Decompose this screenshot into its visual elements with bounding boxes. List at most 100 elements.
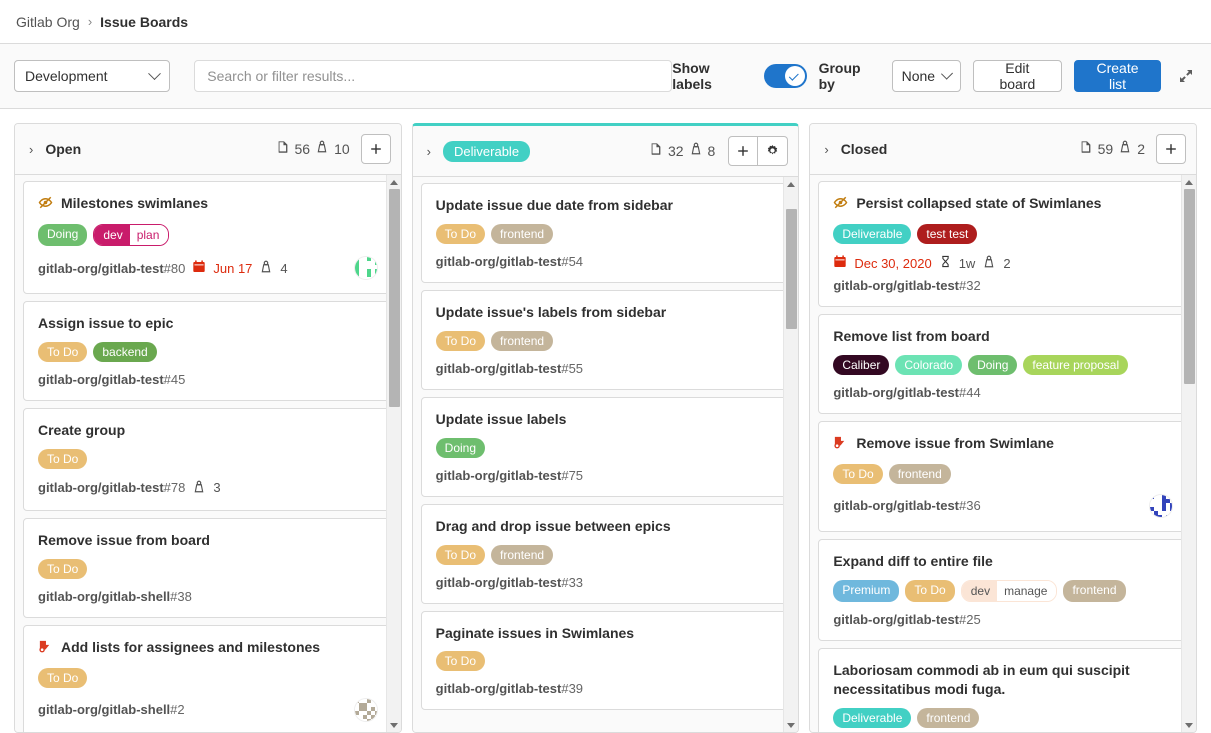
scroll-up-arrow[interactable] (784, 177, 798, 191)
issue-label[interactable]: To Do (38, 449, 87, 469)
issue-card[interactable]: Milestones swimlanesDoingdevplangitlab-o… (23, 181, 393, 294)
issue-label[interactable]: Doing (968, 355, 1017, 375)
issue-label[interactable]: To Do (436, 224, 485, 244)
breadcrumb-separator: › (88, 14, 92, 29)
add-issue-button[interactable] (728, 136, 758, 166)
issue-label[interactable]: frontend (491, 224, 553, 244)
issue-label[interactable]: frontend (491, 331, 553, 351)
issue-title[interactable]: Expand diff to entire file (833, 552, 992, 571)
issue-label[interactable]: frontend (889, 464, 951, 484)
issue-title[interactable]: Remove issue from board (38, 531, 210, 550)
issue-label[interactable]: Caliber (833, 355, 889, 375)
fullscreen-expand-icon[interactable] (1175, 65, 1197, 87)
issue-label[interactable]: To Do (833, 464, 882, 484)
issue-card[interactable]: Update issue labels Doing gitlab-org/gitla… (421, 397, 791, 497)
column-scrollbar[interactable] (1181, 175, 1196, 732)
issue-label[interactable]: frontend (917, 708, 979, 728)
issue-card[interactable]: Persist collapsed state of Swimlanes Deli… (818, 181, 1188, 307)
column-scrollbar[interactable] (783, 177, 798, 732)
issue-label[interactable]: Premium (833, 580, 899, 602)
breadcrumb-org[interactable]: Gitlab Org (16, 14, 80, 30)
collapse-column-icon[interactable]: › (427, 144, 431, 159)
scroll-down-arrow[interactable] (1182, 718, 1196, 732)
issue-label[interactable]: To Do (38, 342, 87, 362)
add-issue-button[interactable] (361, 134, 391, 164)
issue-title[interactable]: Drag and drop issue between epics (436, 517, 671, 536)
create-list-button[interactable]: Create list (1074, 60, 1162, 92)
issue-label[interactable]: frontend (491, 545, 553, 565)
issue-card[interactable]: Remove list from board Caliber Colorado Doi… (818, 314, 1188, 414)
group-by-dropdown[interactable]: None (892, 60, 961, 92)
issue-label[interactable]: To Do (436, 331, 485, 351)
edit-board-button[interactable]: Edit board (973, 60, 1062, 92)
blocked-icon (38, 639, 53, 659)
issue-label[interactable]: Deliverable (833, 708, 911, 728)
scoped-label[interactable]: devmanage (961, 580, 1058, 602)
scrollbar-thumb[interactable] (389, 189, 400, 407)
collapse-column-icon[interactable]: › (29, 142, 33, 157)
issue-card[interactable]: Laboriosam commodi ab in eum qui suscipi… (818, 648, 1188, 732)
issue-number: #2 (170, 702, 184, 717)
issue-card[interactable]: Assign issue to epicTo Dobackendgitlab-o… (23, 301, 393, 401)
scrollbar-thumb[interactable] (1184, 189, 1195, 384)
issue-label[interactable]: frontend (1063, 580, 1125, 602)
issue-label[interactable]: To Do (38, 668, 87, 688)
issue-card[interactable]: Drag and drop issue between epics To Do fr… (421, 504, 791, 604)
scroll-down-arrow[interactable] (387, 718, 401, 732)
issue-count: 59 (1098, 141, 1114, 157)
issue-title[interactable]: Milestones swimlanes (61, 194, 208, 213)
issue-title[interactable]: Laboriosam commodi ab in eum qui suscipi… (833, 661, 1173, 699)
issue-title[interactable]: Assign issue to epic (38, 314, 173, 333)
issue-title[interactable]: Update issue labels (436, 410, 567, 429)
issue-card[interactable]: Expand diff to entire file Premium To Do de… (818, 539, 1188, 641)
issue-label[interactable]: test test (917, 224, 977, 244)
show-labels-toggle[interactable] (764, 64, 807, 88)
issue-label[interactable]: backend (93, 342, 156, 362)
issue-path: gitlab-org/gitlab-test#75 (436, 468, 583, 483)
issue-label[interactable]: Colorado (895, 355, 962, 375)
issue-label[interactable]: Deliverable (833, 224, 911, 244)
avatar[interactable] (354, 698, 378, 722)
issue-title[interactable]: Remove list from board (833, 327, 989, 346)
issue-card[interactable]: Update issue due date from sidebar To Do f… (421, 183, 791, 283)
issue-title[interactable]: Paginate issues in Swimlanes (436, 624, 634, 643)
issue-label[interactable]: To Do (436, 651, 485, 671)
issue-card[interactable]: Update issue's labels from sidebar To Do f… (421, 290, 791, 390)
issue-label[interactable]: Doing (38, 224, 87, 246)
issue-card[interactable]: Remove issue from boardTo Dogitlab-org/g… (23, 518, 393, 618)
scroll-up-arrow[interactable] (1182, 175, 1196, 189)
issue-label[interactable]: Doing (436, 438, 485, 458)
board-switcher-dropdown[interactable]: Development (14, 60, 170, 92)
issue-title[interactable]: Persist collapsed state of Swimlanes (856, 194, 1101, 213)
scroll-up-arrow[interactable] (387, 175, 401, 189)
issue-title[interactable]: Update issue's labels from sidebar (436, 303, 667, 322)
issue-card[interactable]: Add lists for assignees and milestones To… (23, 625, 393, 732)
issue-card[interactable]: Create groupTo Dogitlab-org/gitlab-test#… (23, 408, 393, 511)
issue-labels: To Do frontend (436, 224, 776, 244)
avatar[interactable] (354, 256, 378, 280)
issue-title[interactable]: Remove issue from Swimlane (856, 434, 1054, 453)
issue-label[interactable]: feature proposal (1023, 355, 1128, 375)
issue-title[interactable]: Add lists for assignees and milestones (61, 638, 320, 657)
issue-card[interactable]: Remove issue from SwimlaneTo Dofrontendg… (818, 421, 1188, 532)
issue-meta-row: gitlab-org/gitlab-test#55 (436, 361, 776, 376)
chevron-down-icon (941, 67, 953, 79)
card-list: Persist collapsed state of Swimlanes Deli… (818, 181, 1188, 732)
avatar[interactable] (1149, 494, 1173, 518)
issue-labels: To Do frontend (436, 545, 776, 565)
issue-number: #54 (561, 254, 583, 269)
collapse-column-icon[interactable]: › (824, 142, 828, 157)
issue-title[interactable]: Update issue due date from sidebar (436, 196, 673, 215)
search-input[interactable] (194, 60, 672, 92)
issue-label[interactable]: To Do (38, 559, 87, 579)
scrollbar-thumb[interactable] (786, 209, 797, 329)
add-issue-button[interactable] (1156, 134, 1186, 164)
column-scrollbar[interactable] (386, 175, 401, 732)
issue-label[interactable]: To Do (436, 545, 485, 565)
issue-title[interactable]: Create group (38, 421, 125, 440)
scoped-label[interactable]: devplan (93, 224, 169, 246)
issue-label[interactable]: To Do (905, 580, 954, 602)
issue-card[interactable]: Paginate issues in SwimlanesTo Dogitlab-… (421, 611, 791, 711)
list-settings-button[interactable] (758, 136, 788, 166)
scroll-down-arrow[interactable] (784, 718, 798, 732)
